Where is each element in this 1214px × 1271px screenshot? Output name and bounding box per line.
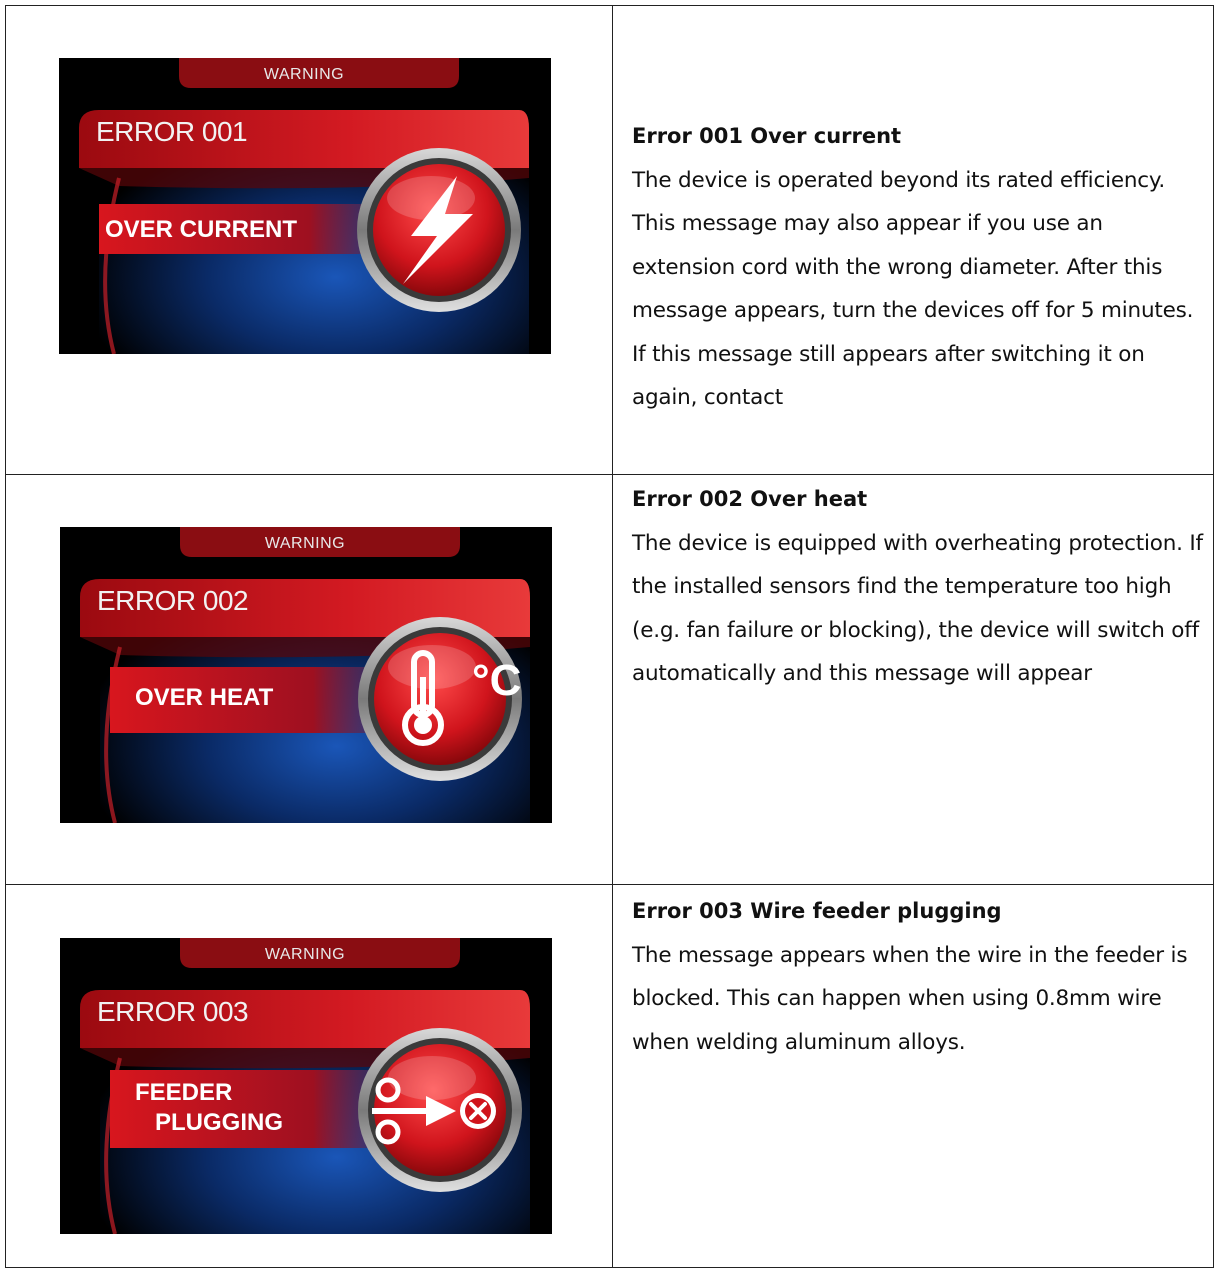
error-name-line: FEEDER — [135, 1079, 233, 1106]
warning-label: WARNING — [263, 66, 345, 83]
error-text-cell: Error 003 Wire feeder plugging The messa… — [612, 884, 1214, 1268]
error-name-line: OVER CURRENT — [105, 216, 298, 243]
error-name: OVER HEAT — [135, 683, 273, 713]
error-description: The device is operated beyond its rated … — [632, 167, 1194, 411]
error-description: The message appears when the wire in the… — [632, 942, 1188, 1055]
error-description-block: Error 003 Wire feeder plugging The messa… — [632, 890, 1205, 1064]
error-name-line: OVER HEAT — [135, 684, 274, 711]
screen-background — [60, 938, 552, 1234]
screen-background: °C — [60, 527, 552, 823]
error-description: The device is equipped with overheating … — [632, 530, 1203, 687]
celsius-symbol: °C — [472, 656, 521, 705]
error-title: Error 001 Over current — [632, 124, 902, 148]
error-code: ERROR 003 — [97, 996, 249, 1027]
error-table: WARNING ERROR 001 OVER CURRENT Error 001… — [5, 5, 1214, 1268]
error-screen-003: WARNING ERROR 003 FEEDER PLUGGING — [60, 938, 552, 1234]
error-screen-002: °C WARNING ERROR 002 OVER HEAT — [60, 527, 552, 823]
error-code: ERROR 002 — [97, 585, 249, 616]
error-screen-001: WARNING ERROR 001 OVER CURRENT — [59, 58, 551, 354]
error-code: ERROR 001 — [96, 116, 248, 147]
error-name: OVER CURRENT — [105, 215, 297, 245]
error-screen-cell: WARNING ERROR 001 OVER CURRENT — [5, 5, 613, 475]
screen-background — [59, 58, 551, 354]
error-text-cell: Error 001 Over current The device is ope… — [612, 5, 1214, 475]
warning-label: WARNING — [264, 946, 346, 963]
error-screen-cell: °C WARNING ERROR 002 OVER HEAT — [5, 474, 613, 885]
error-text-cell: Error 002 Over heat The device is equipp… — [612, 474, 1214, 885]
error-description-block: Error 002 Over heat The device is equipp… — [632, 478, 1205, 696]
error-title: Error 002 Over heat — [632, 487, 868, 511]
error-name-line: PLUGGING — [155, 1109, 284, 1136]
error-row-003: WARNING ERROR 003 FEEDER PLUGGING Error … — [5, 884, 1214, 1268]
error-title: Error 003 Wire feeder plugging — [632, 899, 1002, 923]
error-row-002: °C WARNING ERROR 002 OVER HEAT Error 002… — [5, 474, 1214, 885]
error-row-001: WARNING ERROR 001 OVER CURRENT Error 001… — [5, 5, 1214, 475]
error-screen-cell: WARNING ERROR 003 FEEDER PLUGGING — [5, 884, 613, 1268]
error-description-block: Error 001 Over current The device is ope… — [632, 115, 1205, 420]
error-name: FEEDER PLUGGING — [135, 1078, 283, 1138]
warning-label: WARNING — [264, 535, 346, 552]
